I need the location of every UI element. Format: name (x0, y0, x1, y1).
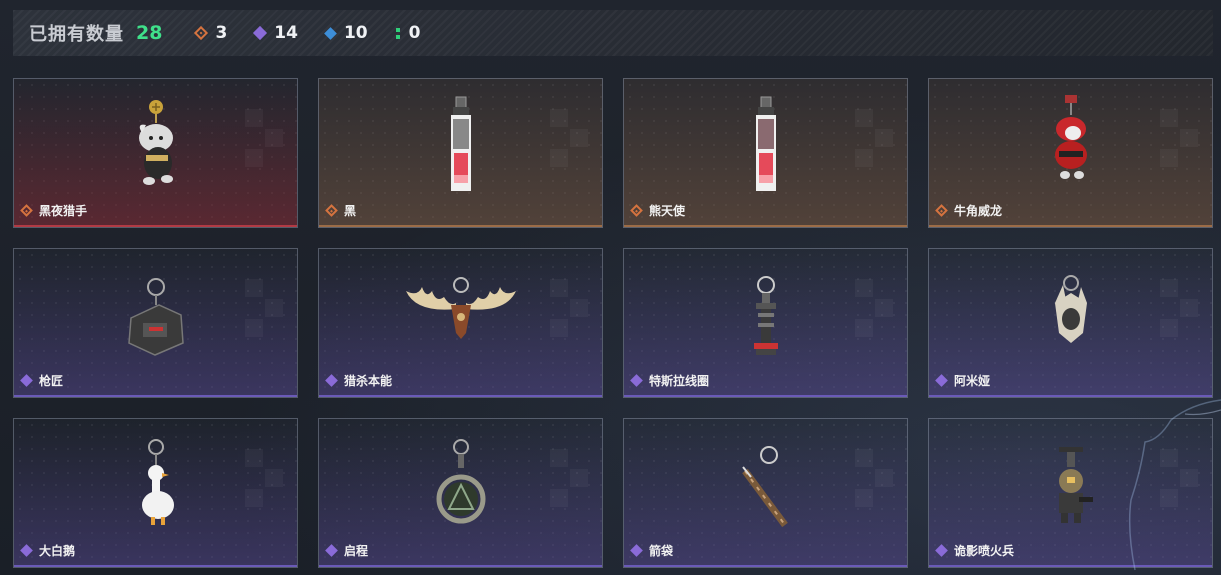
cat-figure-charm-icon (91, 93, 221, 198)
green-dots-icon (395, 27, 400, 39)
charm-label: 阿米娅 (935, 372, 991, 389)
orange-rarity-icon (935, 204, 948, 217)
card-keychain-icon (701, 93, 831, 198)
orange-diamond-icon (194, 25, 209, 41)
tesla-coil-charm-icon (701, 263, 831, 368)
charm-name: 启程 (344, 544, 369, 558)
charm-card-4[interactable]: 枪匠 (13, 248, 298, 398)
charm-name: 猎杀本能 (344, 374, 393, 388)
charm-label: 箭袋 (630, 542, 674, 559)
orange-rarity-icon (20, 204, 33, 217)
red-dragon-charm-icon (1006, 93, 1136, 198)
charm-card-10[interactable]: 箭袋 (623, 418, 908, 568)
purple-rarity-icon (20, 544, 33, 557)
rarity-count-orange: 3 (215, 23, 228, 43)
charm-label: 枪匠 (20, 372, 64, 389)
owned-count-label: 已拥有数量 (29, 24, 124, 45)
quiver-charm-icon (701, 433, 831, 538)
rarity-count-purple: 14 (274, 23, 298, 43)
antler-charm-icon (396, 263, 526, 368)
purple-rarity-icon (935, 544, 948, 557)
charm-card-7[interactable]: 阿米娅 (928, 248, 1213, 398)
charm-label: 黑夜猎手 (20, 202, 88, 219)
bunny-charm-icon (1006, 263, 1136, 368)
rarity-stat-green: 0 (395, 23, 421, 43)
card-keychain-icon (396, 93, 526, 198)
purple-rarity-icon (630, 544, 643, 557)
charm-label: 启程 (325, 542, 369, 559)
orange-rarity-icon (325, 204, 338, 217)
charm-card-11[interactable]: 诡影喷火兵 (928, 418, 1213, 568)
flamethrower-soldier-charm-icon (1006, 433, 1136, 538)
orange-rarity-icon (630, 204, 643, 217)
charm-name: 诡影喷火兵 (954, 544, 1015, 558)
charm-card-9[interactable]: 启程 (318, 418, 603, 568)
charm-label: 诡影喷火兵 (935, 542, 1015, 559)
charm-card-1[interactable]: 黑 (318, 78, 603, 228)
rarity-count-blue: 10 (343, 23, 368, 43)
charm-card-6[interactable]: 特斯拉线圈 (623, 248, 908, 398)
rarity-stat-blue: 10 (324, 23, 368, 43)
charm-name: 大白鹅 (39, 544, 76, 558)
charm-label: 黑 (325, 202, 357, 219)
charm-name: 枪匠 (39, 374, 64, 388)
charm-label: 猎杀本能 (325, 372, 393, 389)
rarity-stat-purple: 14 (253, 23, 298, 43)
purple-rarity-icon (325, 374, 338, 387)
charm-name: 特斯拉线圈 (649, 374, 710, 388)
rarity-stat-orange: 3 (194, 23, 228, 43)
charm-card-5[interactable]: 猎杀本能 (318, 248, 603, 398)
charm-card-0[interactable]: 黑夜猎手 (13, 78, 298, 228)
purple-rarity-icon (325, 544, 338, 557)
charm-name: 牛角威龙 (954, 204, 1003, 218)
charm-name: 黑 (344, 204, 357, 218)
charm-grid: 黑夜猎手 黑 熊天使 牛角威龙 枪匠 猎杀本能 特斯拉线圈 阿米娅 大白鹅 启程… (13, 78, 1213, 568)
rarity-count-green: 0 (408, 23, 421, 43)
charm-name: 黑夜猎手 (39, 204, 88, 218)
collection-header: 已拥有数量 28 3 14 10 0 (13, 10, 1213, 56)
medallion-charm-icon (396, 433, 526, 538)
purple-rarity-icon (935, 374, 948, 387)
purple-diamond-icon (253, 25, 268, 41)
owned-count-value: 28 (136, 22, 163, 44)
charm-label: 牛角威龙 (935, 202, 1003, 219)
purple-rarity-icon (20, 374, 33, 387)
charm-card-3[interactable]: 牛角威龙 (928, 78, 1213, 228)
purple-rarity-icon (630, 374, 643, 387)
charm-label: 熊天使 (630, 202, 686, 219)
charm-name: 阿米娅 (954, 374, 991, 388)
charm-label: 特斯拉线圈 (630, 372, 710, 389)
charm-name: 熊天使 (649, 204, 686, 218)
goose-charm-icon (91, 433, 221, 538)
charm-card-8[interactable]: 大白鹅 (13, 418, 298, 568)
charm-label: 大白鹅 (20, 542, 76, 559)
gun-tag-charm-icon (91, 263, 221, 368)
charm-card-2[interactable]: 熊天使 (623, 78, 908, 228)
blue-diamond-icon (324, 26, 337, 40)
charm-name: 箭袋 (649, 544, 674, 558)
